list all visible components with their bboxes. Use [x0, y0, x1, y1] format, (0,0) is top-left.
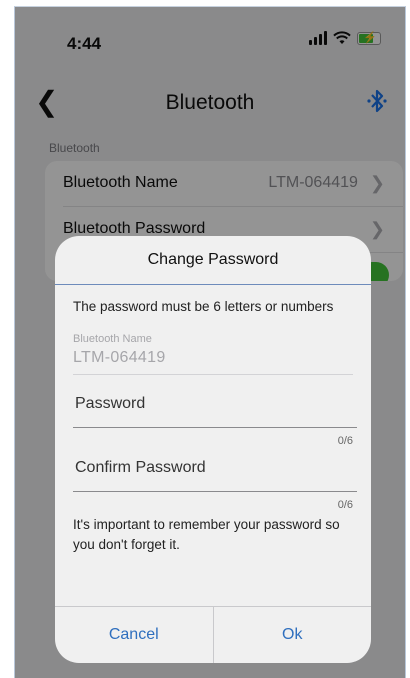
confirm-password-input[interactable] [73, 455, 357, 492]
bluetooth-name-label: Bluetooth Name [73, 333, 152, 345]
dialog-button-bar: Cancel Ok [55, 606, 371, 663]
ok-button[interactable]: Ok [214, 607, 372, 663]
dialog-message: The password must be 6 letters or number… [73, 299, 334, 314]
phone-screen: 4:44 ⚡ ❮ Bluetooth Bluetooth Bluetooth N… [14, 6, 406, 678]
divider [73, 374, 353, 375]
password-counter: 0/6 [337, 435, 353, 447]
confirm-password-counter: 0/6 [337, 499, 353, 511]
dialog-note: It's important to remember your password… [73, 517, 340, 552]
cancel-button[interactable]: Cancel [55, 607, 213, 663]
dialog-title: Change Password [55, 236, 371, 285]
bluetooth-name-value: LTM-064419 [73, 349, 166, 366]
password-input[interactable] [73, 391, 357, 428]
change-password-dialog: Change Password The password must be 6 l… [55, 236, 371, 663]
